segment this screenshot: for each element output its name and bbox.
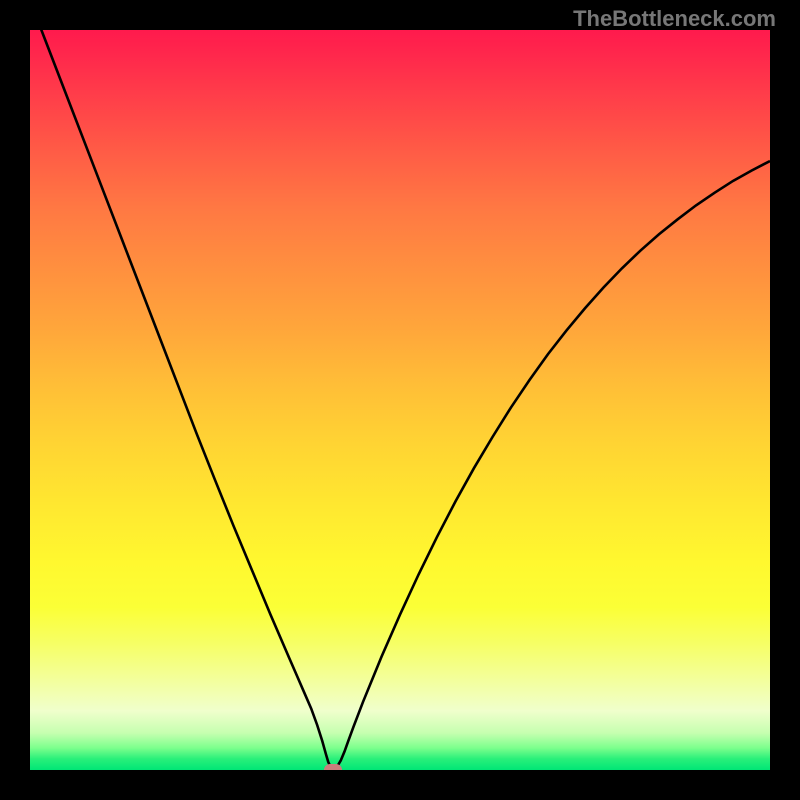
chart-frame: TheBottleneck.com — [0, 0, 800, 800]
optimal-point-marker — [324, 764, 342, 770]
plot-area — [30, 30, 770, 770]
bottleneck-curve — [30, 30, 770, 770]
curve-path — [30, 30, 770, 770]
watermark-text: TheBottleneck.com — [573, 6, 776, 32]
